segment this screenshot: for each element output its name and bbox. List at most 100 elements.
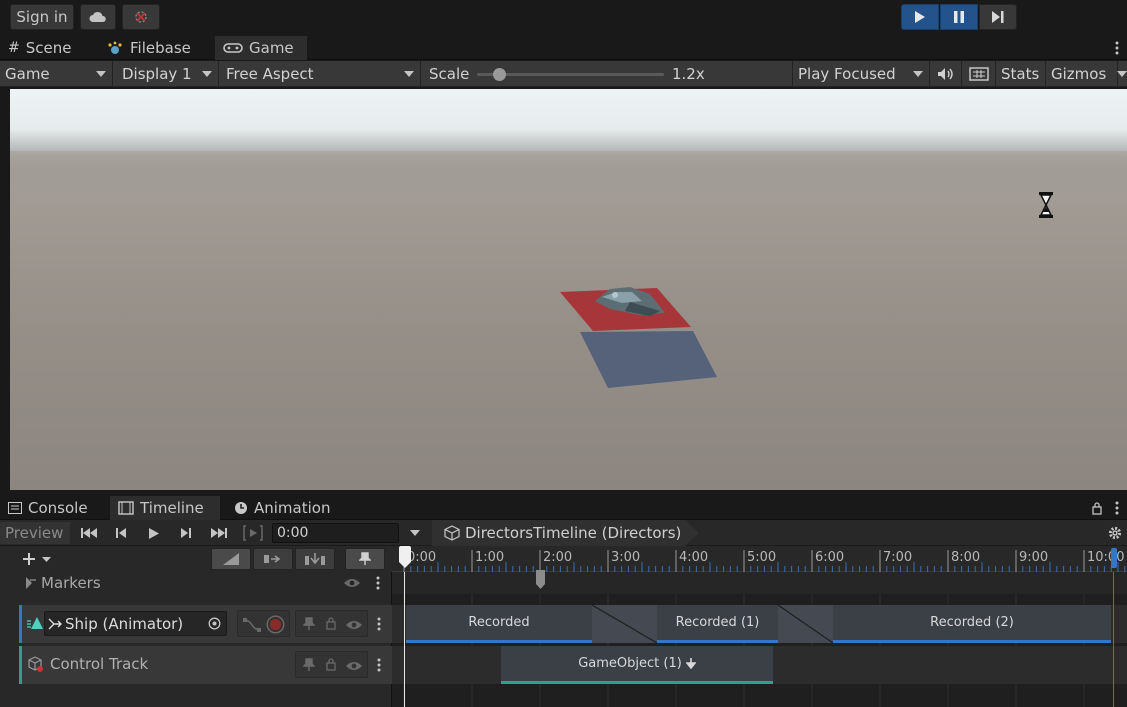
record-icon[interactable] [266, 615, 285, 634]
ship-shadow [580, 331, 717, 388]
ship-track-label: Ship (Animator) [65, 614, 184, 633]
lock-icon[interactable] [1091, 500, 1103, 516]
collab-button[interactable] [122, 4, 160, 30]
time-format-dropdown[interactable] [408, 528, 422, 538]
cloud-button[interactable] [80, 4, 116, 30]
playhead-handle[interactable] [398, 546, 412, 570]
animation-clip[interactable]: Recorded [406, 605, 592, 643]
shortcuts-toggle[interactable] [962, 61, 996, 87]
tab-console-label: Console [28, 499, 88, 517]
add-track-button[interactable] [22, 548, 62, 570]
audio-toggle[interactable] [930, 61, 962, 87]
play-focus-dropdown[interactable]: Play Focused [793, 61, 930, 87]
track-menu-icon[interactable] [377, 658, 381, 672]
stats-button[interactable]: Stats [996, 61, 1046, 87]
tab-console[interactable]: Console [0, 496, 96, 520]
preview-button[interactable]: Preview [0, 522, 70, 544]
bottom-tab-strip: Console Timeline Animation [0, 496, 1127, 520]
time-value: 0:00 [277, 525, 309, 541]
sign-in-button[interactable]: Sign in [10, 4, 74, 30]
end-marker-line [1113, 572, 1114, 707]
ruler-tick-label: 9:00 [1019, 550, 1049, 565]
ship-binding-field[interactable]: Ship (Animator) [44, 611, 227, 636]
game-mode-dropdown[interactable]: Game [0, 61, 113, 87]
go-to-end-icon[interactable] [208, 525, 230, 541]
display-dropdown[interactable]: Display 1 [117, 61, 219, 87]
game-toolbar: Game Display 1 Free Aspect Scale 1.2x Pl… [0, 61, 1127, 87]
ripple-toggle[interactable] [253, 548, 293, 570]
tab-timeline-label: Timeline [140, 499, 204, 517]
blend-region[interactable] [778, 605, 833, 643]
ease-toggle[interactable] [211, 548, 251, 570]
track-toggles [295, 651, 368, 678]
clip-label: Recorded (1) [675, 615, 760, 630]
eye-icon[interactable] [345, 619, 363, 631]
game-viewport[interactable] [10, 89, 1127, 490]
next-frame-icon[interactable] [176, 525, 196, 541]
ruler-tick-label: 3:00 [611, 550, 641, 565]
time-ruler[interactable]: 0:00 1:00 2:00 3:00 4:00 5:00 6:00 7:00 8:00 9:00… [392, 546, 1127, 572]
step-button[interactable] [979, 4, 1017, 30]
animation-clip[interactable]: Recorded (1) [657, 605, 778, 643]
play-focus-label: Play Focused [798, 65, 896, 83]
object-picker-icon[interactable] [208, 617, 221, 630]
gizmos-button[interactable]: Gizmos [1046, 61, 1118, 87]
tab-scene-label: Scene [25, 39, 72, 57]
go-to-start-icon[interactable] [78, 525, 100, 541]
pause-button[interactable] [940, 4, 978, 30]
gizmos-label: Gizmos [1051, 65, 1107, 83]
gizmos-dropdown[interactable] [1117, 61, 1127, 87]
tab-filebase[interactable]: Filebase [98, 36, 199, 60]
marker-handle[interactable] [536, 570, 545, 589]
ripple-icon [263, 552, 283, 566]
ruler-tick-label: 10:00 [1087, 550, 1125, 565]
replace-toggle[interactable] [295, 548, 335, 570]
top-toolbar: Sign in [0, 0, 1127, 36]
director-name: DirectorsTimeline (Directors) [465, 524, 682, 542]
tab-timeline[interactable]: Timeline [110, 496, 220, 520]
breadcrumb[interactable]: DirectorsTimeline (Directors) [432, 520, 699, 546]
track-menu-icon[interactable] [377, 617, 381, 631]
play-button[interactable] [901, 4, 939, 30]
previous-frame-icon[interactable] [111, 525, 131, 541]
ruler-tick-label: 2:00 [543, 550, 573, 565]
timeline-play-icon[interactable] [144, 525, 164, 541]
markers-row[interactable]: Markers [0, 572, 392, 594]
ship-track-header[interactable]: Ship (Animator) [19, 605, 392, 643]
cloud-icon [89, 11, 107, 23]
tab-filebase-label: Filebase [130, 39, 191, 57]
lock-icon[interactable] [326, 617, 336, 630]
tab-scene[interactable]: # Scene [0, 36, 79, 60]
end-marker-handle[interactable] [1110, 546, 1118, 570]
display-label: Display 1 [122, 65, 192, 83]
markers-menu-icon[interactable] [376, 576, 380, 590]
scale-slider-thumb[interactable] [493, 68, 507, 81]
lock-icon[interactable] [326, 658, 336, 671]
curves-icon[interactable] [243, 617, 261, 633]
blend-region[interactable] [592, 605, 657, 643]
aspect-dropdown[interactable]: Free Aspect [221, 61, 421, 87]
pin-icon[interactable] [303, 617, 315, 631]
view-menu-icon[interactable] [1113, 40, 1121, 56]
play-icon [914, 10, 926, 24]
gamepad-icon [223, 42, 243, 54]
eye-icon[interactable] [345, 660, 363, 672]
control-clip[interactable]: GameObject (1) [501, 646, 773, 684]
tab-animation[interactable]: Animation [226, 496, 338, 520]
ruler-tick-label: 6:00 [815, 550, 845, 565]
eye-icon[interactable] [343, 577, 361, 589]
panel-menu-icon[interactable] [1113, 500, 1121, 516]
animator-binding-icon [48, 618, 62, 630]
pin-toggle[interactable] [345, 548, 385, 570]
play-range-icon[interactable] [241, 524, 265, 542]
time-field[interactable]: 0:00 [272, 523, 399, 543]
settings-gear-icon[interactable] [1106, 525, 1124, 541]
chevron-down-icon [404, 71, 414, 77]
track-content[interactable]: Recorded Recorded (1) Recorded (2) GameO… [392, 570, 1127, 707]
markers-lane[interactable] [392, 572, 1127, 594]
control-track-header[interactable]: Control Track [19, 646, 392, 684]
clip-label: Recorded [468, 615, 530, 630]
pin-icon[interactable] [303, 658, 315, 672]
animation-clip[interactable]: Recorded (2) [833, 605, 1111, 643]
tab-game[interactable]: Game [215, 36, 307, 60]
